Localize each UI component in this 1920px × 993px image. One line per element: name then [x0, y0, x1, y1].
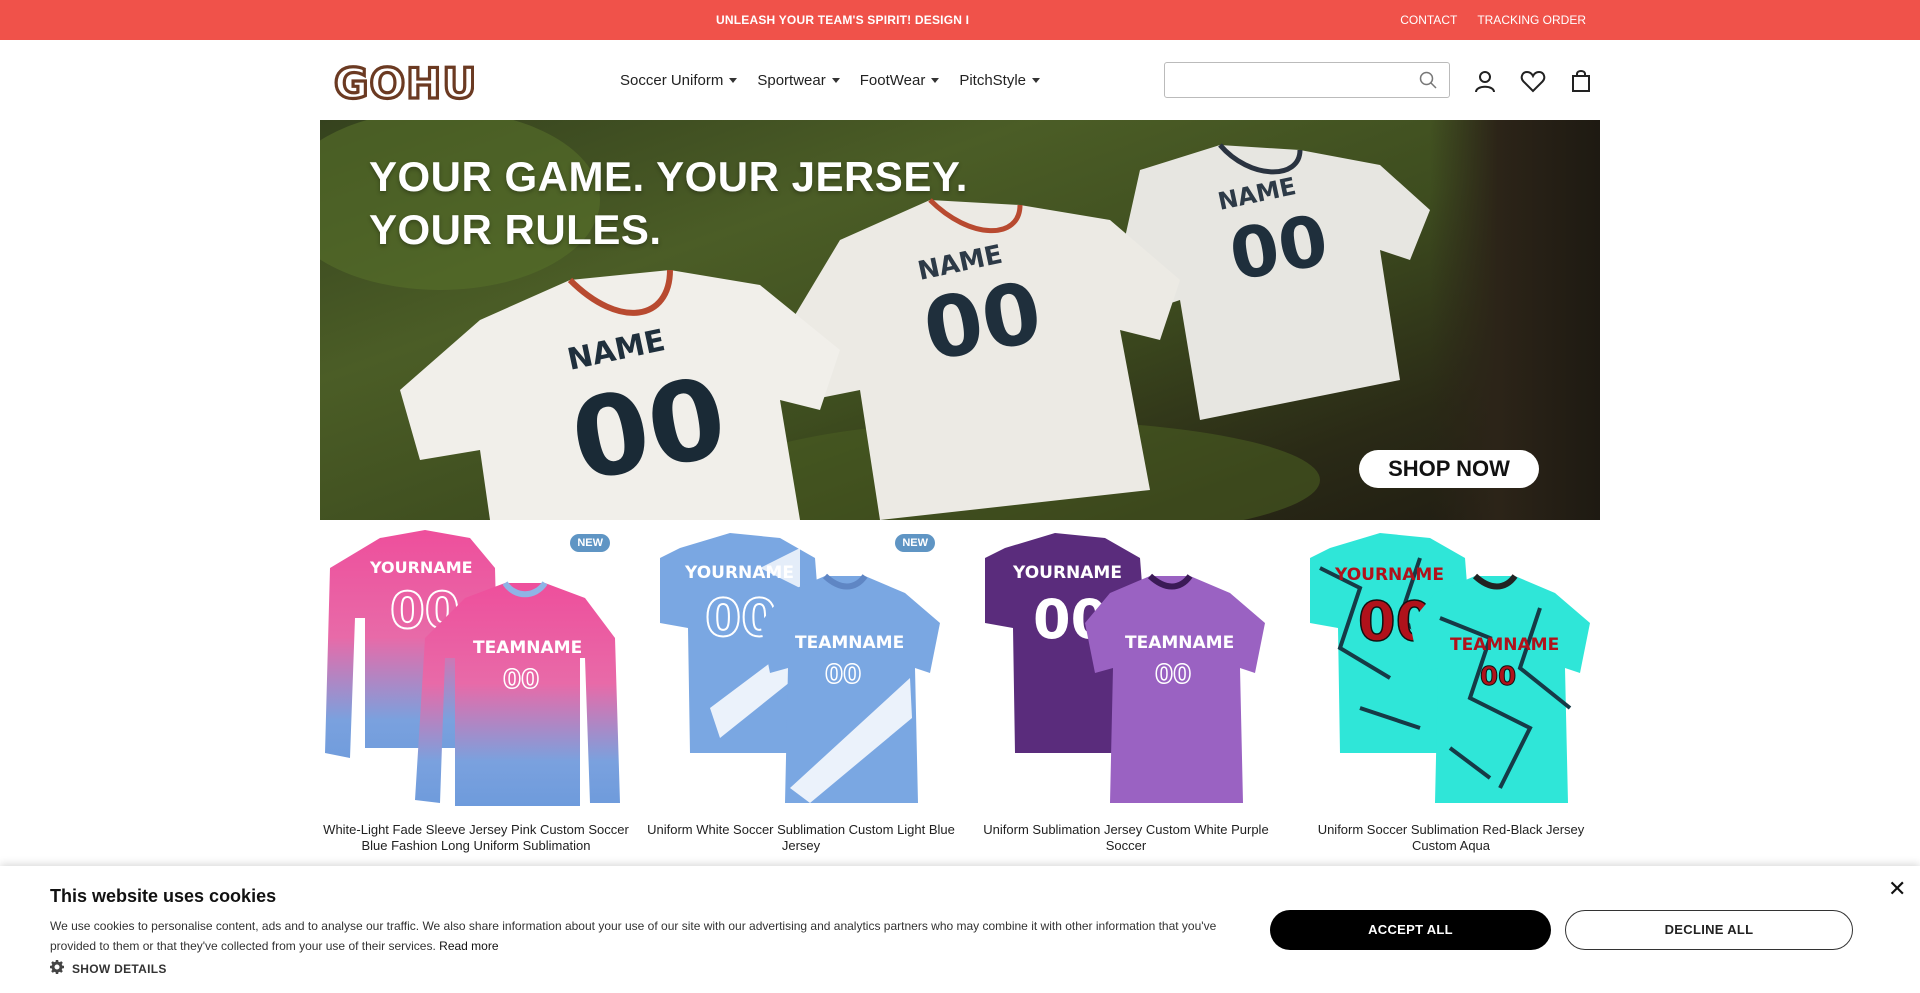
front-number: 00 [1480, 662, 1516, 692]
hero-line-2: YOUR RULES. [369, 206, 662, 253]
nav-pitchstyle[interactable]: PitchStyle [959, 72, 1041, 89]
site-logo[interactable]: GOHU [332, 57, 478, 109]
main-nav: Soccer Uniform Sportwear FootWear PitchS… [620, 72, 1041, 89]
promo-text: UNLEASH YOUR TEAM'S SPIRIT! DESIGN I [716, 13, 970, 27]
accept-all-button[interactable]: ACCEPT ALL [1270, 910, 1551, 950]
product-title[interactable]: Uniform White Soccer Sublimation Custom … [645, 822, 957, 854]
front-text: TEAMNAME [1450, 635, 1559, 655]
product-image: YOURNAME 00 TEAMNAME 00 [1310, 533, 1590, 803]
tracking-order-link[interactable]: TRACKING ORDER [1477, 13, 1586, 27]
product-card[interactable]: YOURNAME 00 TEAMNAME 00 Uniform Sublimat… [970, 520, 1290, 860]
product-grid: YOURNAME 00 TEAMNAME 00 NEW White-Light … [320, 520, 1600, 860]
nav-footwear[interactable]: FootWear [860, 72, 940, 89]
hero-headline: YOUR GAME. YOUR JERSEY. YOUR RULES. [369, 150, 968, 256]
hero-banner[interactable]: NAME 00 NAME 00 NAME 00 YOUR GAME. YOUR … [320, 120, 1600, 520]
back-text: YOURNAME [684, 563, 794, 583]
product-title[interactable]: White-Light Fade Sleeve Jersey Pink Cust… [320, 822, 632, 854]
shop-now-button[interactable]: SHOP NOW [1359, 450, 1539, 488]
site-header: GOHU Soccer Uniform Sportwear FootWear P… [0, 40, 1920, 120]
front-text: TEAMNAME [795, 633, 904, 653]
cookie-banner: This website uses cookies We use cookies… [0, 866, 1920, 993]
front-text: TEAMNAME [473, 638, 582, 658]
front-number: 00 [1155, 660, 1191, 690]
show-details-toggle[interactable]: SHOW DETAILS [50, 960, 167, 977]
front-number: 00 [503, 665, 539, 695]
cookie-title: This website uses cookies [50, 886, 277, 906]
contact-link[interactable]: CONTACT [1400, 13, 1457, 27]
new-badge: NEW [895, 534, 935, 552]
shirt-number-text: 00 [916, 263, 1048, 380]
cookie-body: We use cookies to personalise content, a… [50, 919, 1217, 953]
product-image: YOURNAME 00 TEAMNAME 00 [985, 533, 1265, 803]
search-input[interactable] [1165, 63, 1405, 97]
product-card[interactable]: YOURNAME 00 TEAMNAME 00 NEW White-Light … [320, 520, 640, 860]
front-text: TEAMNAME [1125, 633, 1234, 653]
announcement-bar: UNLEASH YOUR TEAM'S SPIRIT! DESIGN I CON… [0, 0, 1920, 40]
gear-icon [50, 960, 64, 977]
read-more-link[interactable]: Read more [439, 939, 498, 953]
topbar-links: CONTACT TRACKING ORDER [1400, 13, 1586, 27]
show-details-label: SHOW DETAILS [72, 961, 167, 976]
product-image: YOURNAME 00 TEAMNAME 00 [660, 533, 940, 803]
nav-label: Soccer Uniform [620, 72, 724, 89]
cookie-text: We use cookies to personalise content, a… [50, 916, 1230, 956]
hero-line-1: YOUR GAME. YOUR JERSEY. [369, 153, 968, 200]
bag-icon[interactable] [1568, 68, 1594, 94]
new-badge: NEW [570, 534, 610, 552]
chevron-down-icon [1032, 78, 1041, 83]
user-icon[interactable] [1472, 68, 1498, 94]
nav-sportwear[interactable]: Sportwear [757, 72, 840, 89]
back-text: YOURNAME [1334, 565, 1444, 585]
nav-label: PitchStyle [959, 72, 1027, 89]
nav-label: FootWear [859, 72, 926, 89]
shirt-number-text: 00 [1224, 199, 1334, 297]
decline-all-button[interactable]: DECLINE ALL [1565, 910, 1853, 950]
product-title[interactable]: Uniform Sublimation Jersey Custom White … [970, 822, 1282, 854]
search-icon[interactable] [1419, 71, 1437, 94]
chevron-down-icon [831, 78, 840, 83]
back-text: YOURNAME [369, 558, 473, 577]
search-box [1164, 62, 1450, 98]
logo-text: GOHU [334, 60, 474, 104]
heart-icon[interactable] [1520, 68, 1546, 94]
shirt-number-text: 00 [562, 353, 735, 506]
front-number: 00 [825, 660, 861, 690]
product-image: YOURNAME 00 TEAMNAME 00 [325, 530, 620, 806]
product-card[interactable]: YOURNAME 00 TEAMNAME 00 Uniform Soccer S… [1295, 520, 1615, 860]
close-icon[interactable]: ✕ [1888, 876, 1906, 902]
back-text: YOURNAME [1012, 563, 1122, 583]
chevron-down-icon [729, 78, 738, 83]
product-title[interactable]: Uniform Soccer Sublimation Red-Black Jer… [1295, 822, 1607, 854]
header-icons [1472, 68, 1594, 94]
nav-label: Sportwear [757, 72, 826, 89]
chevron-down-icon [931, 78, 940, 83]
nav-soccer-uniform[interactable]: Soccer Uniform [620, 72, 738, 89]
product-card[interactable]: YOURNAME 00 TEAMNAME 00 NEW Uniform Whit… [645, 520, 965, 860]
